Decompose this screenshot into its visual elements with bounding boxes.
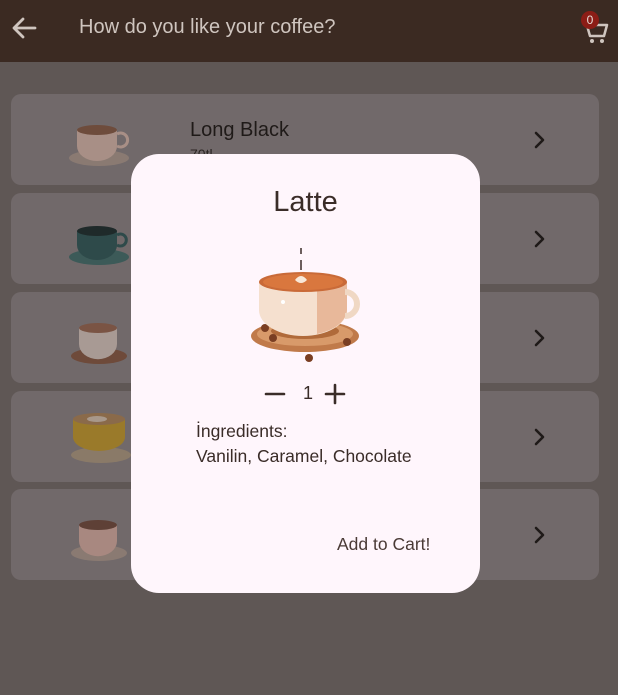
quantity-stepper: 1 (263, 379, 353, 409)
chevron-right-icon (534, 131, 545, 149)
page-title: How do you like your coffee? (79, 16, 336, 38)
chevron-right-icon (534, 428, 545, 446)
arrow-left-icon (12, 17, 37, 39)
coffee-cup-image (69, 226, 129, 265)
coffee-cup-image (71, 323, 127, 364)
quantity-value: 1 (302, 383, 313, 403)
cart-button[interactable]: 0 (574, 10, 614, 50)
coffee-detail-dialog: Latte 1 İngredients: Vanilin, Caramel, C… (131, 154, 480, 593)
coffee-name: Long Black (190, 119, 289, 141)
dialog-title: Latte (273, 186, 338, 218)
app-bar: How do you like your coffee? 0 (0, 0, 618, 62)
latte-cup-image (251, 248, 360, 362)
plus-button[interactable] (323, 382, 347, 406)
ingredients-label: İngredients: (196, 421, 288, 441)
chevron-right-icon (534, 329, 545, 347)
ingredients-list: Vanilin, Caramel, Chocolate (196, 446, 412, 466)
cart-count-badge: 0 (581, 11, 599, 29)
coffee-cup-image (69, 125, 130, 166)
add-to-cart-button[interactable]: Add to Cart! (337, 534, 430, 555)
coffee-cup-image (71, 413, 131, 463)
chevron-right-icon (534, 526, 545, 544)
coffee-cup-image (71, 520, 127, 561)
chevron-right-icon (534, 230, 545, 248)
back-button[interactable] (8, 10, 40, 46)
minus-button[interactable] (263, 382, 287, 406)
